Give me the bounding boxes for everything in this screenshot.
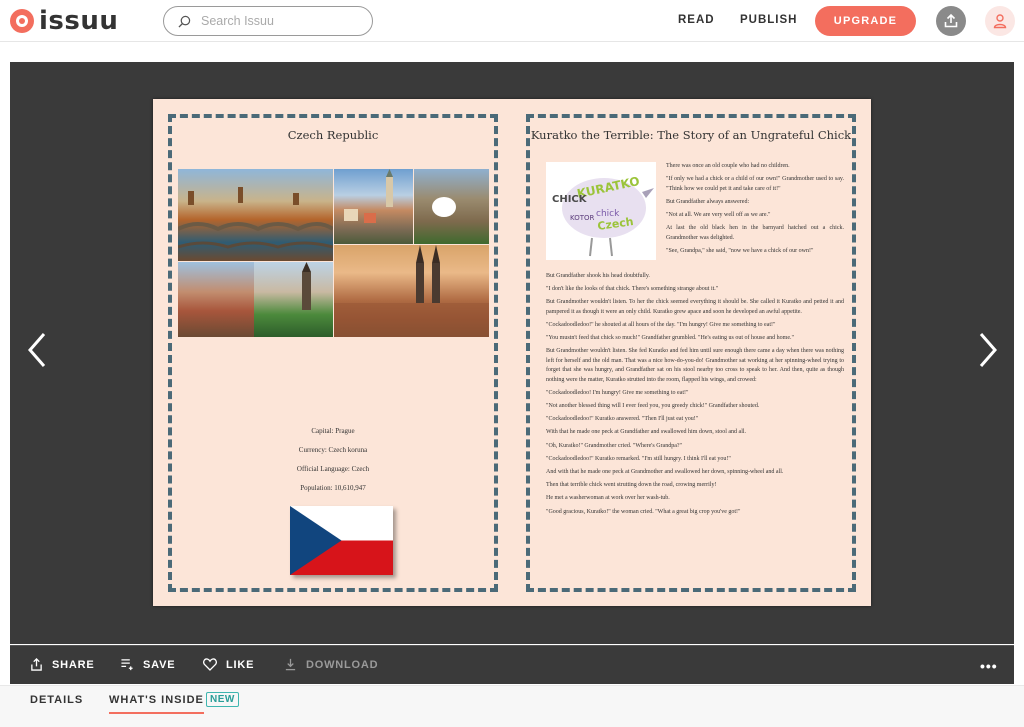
like-button[interactable]: LIKE <box>203 658 254 671</box>
story-paragraph: "Cockadoodledoo!" Kuratko answered. "The… <box>546 416 699 423</box>
story-paragraph: "I don't like the looks of that chick. T… <box>546 286 719 293</box>
left-page-title: Czech Republic <box>287 128 379 142</box>
story-paragraph: At last the old black hen in the barnyar… <box>666 225 844 241</box>
more-options-icon[interactable]: ••• <box>980 658 998 674</box>
town-rooftops-photo <box>178 262 254 337</box>
download-button[interactable]: DOWNLOAD <box>284 658 378 671</box>
tab-whats-inside[interactable]: WHAT'S INSIDE <box>109 694 204 714</box>
page-spread: Czech Republic Capital: Prague Currency:… <box>153 99 871 606</box>
download-label: DOWNLOAD <box>306 658 379 671</box>
brand-name: issuu <box>39 6 119 36</box>
save-list-icon <box>121 659 133 671</box>
tab-details[interactable]: DETAILS <box>30 694 83 706</box>
story-paragraph: But Grandfather shook his head doubtfull… <box>546 273 650 279</box>
detail-tabs: DETAILS WHAT'S INSIDE NEW <box>0 685 1024 727</box>
fact-population: Population: 10,610,947 <box>300 484 366 492</box>
right-page-title: Kuratko the Terrible: The Story of an Un… <box>530 128 852 142</box>
user-icon <box>993 14 1007 29</box>
like-label: LIKE <box>226 658 255 671</box>
story-paragraph: "Cockadoodledoo!" Kuratko remarked. "I'm… <box>546 455 731 462</box>
nav-read-link[interactable]: READ <box>678 14 715 26</box>
story-text-top: There was once an old couple who had no … <box>666 162 844 260</box>
save-label: SAVE <box>143 658 176 671</box>
cesky-krumlov-photo <box>334 169 413 244</box>
upload-button[interactable] <box>936 6 966 36</box>
story-paragraph: "Not at all. We are very well off as we … <box>666 212 771 219</box>
story-paragraph: With that he made one peck at Grandfathe… <box>546 429 747 436</box>
search-input[interactable] <box>201 14 361 28</box>
story-paragraph: "You mustn't feed that chick so much!" G… <box>546 335 794 342</box>
save-button[interactable]: SAVE <box>120 658 175 671</box>
story-paragraph: "Cockadoodledoo! I'm hungry! Give me som… <box>546 389 689 396</box>
country-facts: Capital: Prague Currency: Czech koruna O… <box>172 427 494 503</box>
document-viewer: Czech Republic Capital: Prague Currency:… <box>10 62 1014 644</box>
share-label: SHARE <box>52 658 95 671</box>
rock-arch-photo <box>414 169 489 244</box>
chevron-right-icon <box>979 333 997 367</box>
chick-wordcloud-image: KURATKO CHICK chick Czech KOTOR <box>546 162 656 260</box>
prague-tower-photo <box>254 262 333 337</box>
search-box[interactable] <box>163 6 373 36</box>
story-paragraph: Then that terrible chick went strutting … <box>546 482 717 489</box>
heart-icon <box>203 658 217 671</box>
story-paragraph: "Cockadoodledoo!" he shouted at all hour… <box>546 322 776 329</box>
story-paragraph: But Grandmother wouldn't listen. She fed… <box>546 348 844 383</box>
document-action-bar: SHARE SAVE LIKE DOWNLOAD ••• <box>10 645 1014 684</box>
story-paragraph: "If only we had a chick or a child of ou… <box>666 176 844 192</box>
story-paragraph: "Oh, Kuratko!" Grandmother cried. "Where… <box>546 442 682 449</box>
right-page: Kuratko the Terrible: The Story of an Un… <box>526 114 856 592</box>
story-paragraph: There was once an old couple who had no … <box>666 163 790 169</box>
share-button[interactable]: SHARE <box>30 658 95 671</box>
fact-capital: Capital: Prague <box>311 427 355 435</box>
prague-bridges-photo <box>178 169 333 261</box>
story-paragraph: "See, Grandpa," she said, "now we have a… <box>666 247 814 254</box>
search-icon <box>178 15 191 28</box>
story-paragraph: "Not another blessed thing will I ever f… <box>546 403 760 410</box>
story-paragraph: But Grandfather always answered: <box>666 198 750 205</box>
top-navigation-bar: issuu READ PUBLISH UPGRADE <box>0 0 1024 42</box>
fact-currency: Currency: Czech koruna <box>298 446 368 454</box>
tyn-church-photo <box>334 245 489 337</box>
next-page-button[interactable] <box>973 330 1003 370</box>
profile-button[interactable] <box>985 6 1015 36</box>
download-icon <box>285 658 296 671</box>
upgrade-button[interactable]: UPGRADE <box>815 6 916 36</box>
nav-publish-link[interactable]: PUBLISH <box>740 14 797 26</box>
wordcloud-word: KOTOR <box>570 214 595 222</box>
issuu-logo-icon <box>10 9 34 33</box>
previous-page-button[interactable] <box>22 330 52 370</box>
story-paragraph: And with that he made one peck at Grandm… <box>546 469 784 476</box>
wordcloud-word: CHICK <box>552 194 588 205</box>
chevron-left-icon <box>28 333 46 367</box>
share-icon <box>31 658 42 671</box>
new-badge: NEW <box>206 692 239 707</box>
story-text-body: But Grandfather shook his head doubtfull… <box>546 272 844 521</box>
fact-language: Official Language: Czech <box>296 465 370 473</box>
story-paragraph: But Grandmother wouldn't listen. To her … <box>546 299 844 315</box>
left-page: Czech Republic Capital: Prague Currency:… <box>168 114 498 592</box>
czech-flag-image <box>290 506 393 575</box>
story-paragraph: He met a washerwoman at work over her wa… <box>546 495 670 502</box>
upload-icon <box>944 13 958 28</box>
issuu-logo[interactable]: issuu <box>10 6 119 36</box>
story-paragraph: "Good gracious, Kuratko!" the woman crie… <box>546 508 741 515</box>
